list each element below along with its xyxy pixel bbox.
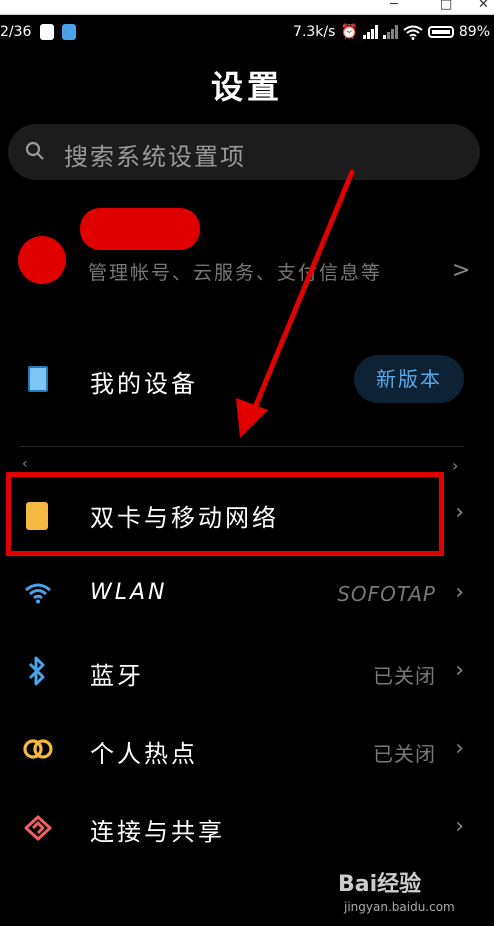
shield-icon (40, 24, 54, 40)
avatar (18, 236, 66, 284)
new-version-badge[interactable]: 新版本 (354, 355, 464, 403)
hotspot-row[interactable]: 个人热点 已关闭 › (0, 720, 494, 780)
chevron-right-icon: › (455, 658, 464, 683)
signal-1-icon (362, 25, 378, 39)
partial-chevron-right-icon: › (452, 456, 459, 475)
page-title: 设置 (210, 68, 283, 106)
app-notification-icon (62, 24, 76, 40)
hotspot-label: 个人热点 (90, 740, 198, 768)
bluetooth-icon (28, 656, 45, 686)
chevron-right-icon: › (455, 580, 464, 605)
bluetooth-label: 蓝牙 (90, 662, 144, 690)
wlan-network-name: SOFOTAP (337, 582, 436, 606)
alarm-icon: ⏰ (340, 24, 358, 40)
search-icon (25, 141, 44, 160)
highlight-box (6, 472, 444, 556)
wifi-status-icon (403, 25, 423, 40)
account-chevron-icon: > (452, 258, 471, 283)
chevron-right-icon: › (455, 500, 464, 525)
bluetooth-status: 已关闭 (373, 664, 436, 688)
chevron-right-icon: › (455, 736, 464, 761)
hotspot-icon (23, 739, 53, 759)
account-subtitle: 管理帐号、云服务、支付信息等 (88, 262, 383, 284)
wifi-icon (25, 583, 51, 604)
my-device-label: 我的设备 (90, 370, 198, 398)
battery-level: 89% (458, 24, 490, 40)
connection-sharing-row[interactable]: 连接与共享 › (0, 798, 494, 858)
status-time: 2/36 (0, 24, 32, 40)
connection-sharing-label: 连接与共享 (90, 818, 225, 846)
divider (20, 446, 464, 447)
minimize-icon[interactable]: ─ (390, 0, 398, 12)
close-icon[interactable]: ✕ (478, 0, 489, 12)
chevron-right-icon: › (455, 814, 464, 839)
baidu-watermark: Bai经验 jingyan.baidu.com (338, 866, 488, 920)
watermark-brand: Bai经验 (338, 872, 422, 897)
status-bar: 2/36 7.3k/s ⏰ 89% (0, 16, 494, 50)
battery-icon (427, 26, 454, 38)
network-speed: 7.3k/s (293, 24, 336, 40)
partial-chevron-left-icon: ‹ (22, 456, 28, 472)
search-bar[interactable]: 搜索系统设置项 (8, 124, 480, 180)
connection-sharing-icon (24, 815, 52, 841)
wlan-row[interactable]: WLAN SOFOTAP › (0, 564, 494, 624)
watermark-url: jingyan.baidu.com (344, 900, 455, 914)
search-placeholder: 搜索系统设置项 (64, 143, 246, 171)
wlan-label: WLAN (90, 580, 168, 605)
device-icon (28, 366, 48, 392)
maximize-icon[interactable]: □ (440, 0, 452, 12)
window-chrome: ─ □ ✕ (0, 0, 494, 15)
hotspot-status: 已关闭 (373, 742, 436, 766)
redacted-account-name (80, 208, 200, 250)
signal-2-icon (382, 25, 398, 39)
bluetooth-row[interactable]: 蓝牙 已关闭 › (0, 642, 494, 702)
